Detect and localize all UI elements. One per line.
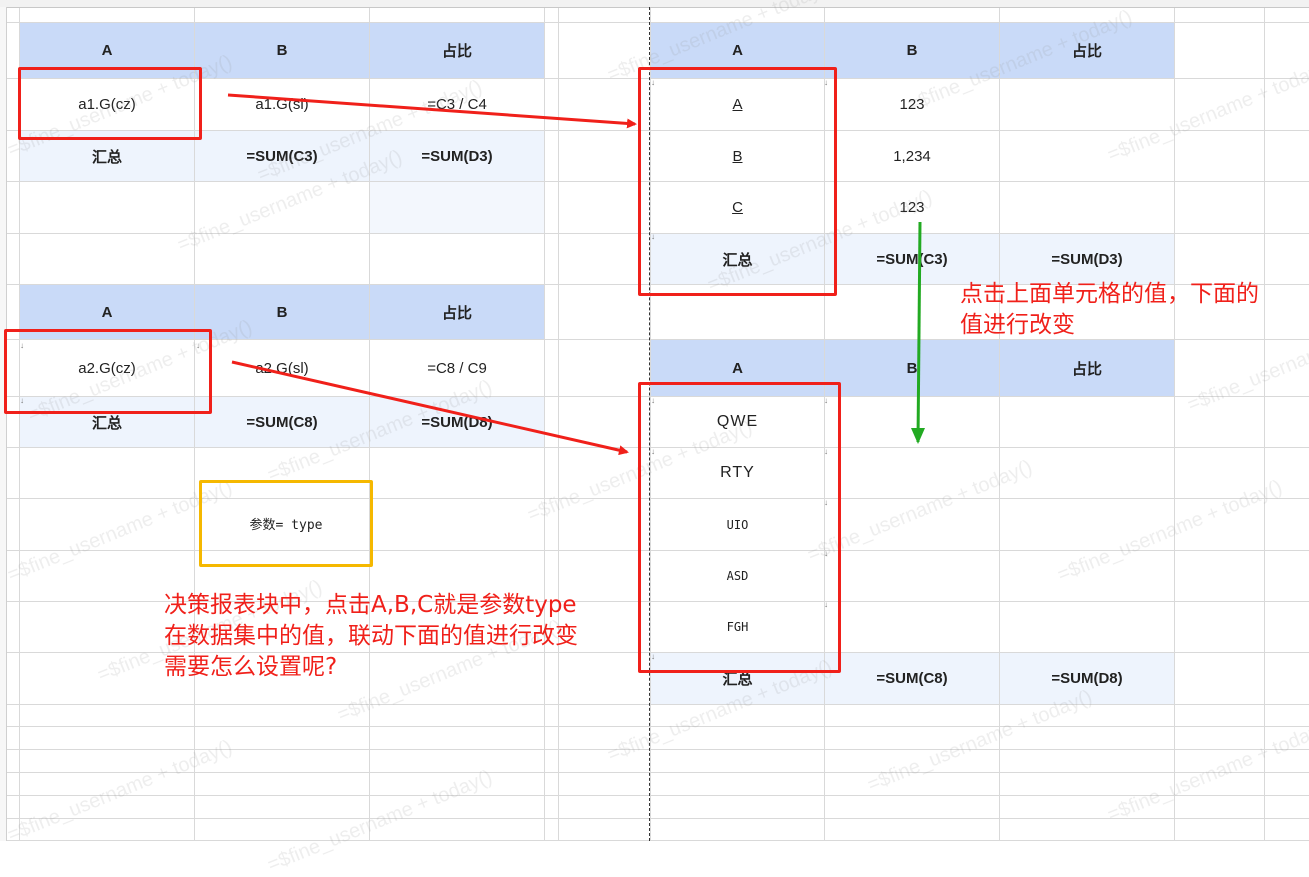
annotation-left-line2: 在数据集中的值，联动下面的值进行改变 <box>164 623 578 649</box>
green-arrow <box>916 221 922 443</box>
annotation-left-line3: 需要怎么设置呢? <box>164 654 338 680</box>
red-arrow-top <box>227 93 637 129</box>
annotation-right-note: 点击上面单元格的值，下面的 值进行改变 <box>960 279 1259 341</box>
red-arrow-bottom <box>231 360 629 456</box>
annotation-right-line2: 值进行改变 <box>960 312 1075 338</box>
annotation-right-line1: 点击上面单元格的值，下面的 <box>960 281 1259 307</box>
annotation-left-line1: 决策报表块中，点击A,B,C就是参数type <box>164 592 577 618</box>
annotation-left-note: 决策报表块中，点击A,B,C就是参数type 在数据集中的值，联动下面的值进行改… <box>164 590 578 683</box>
annotation-arrows <box>227 93 925 456</box>
green-arrow-head <box>911 428 925 444</box>
